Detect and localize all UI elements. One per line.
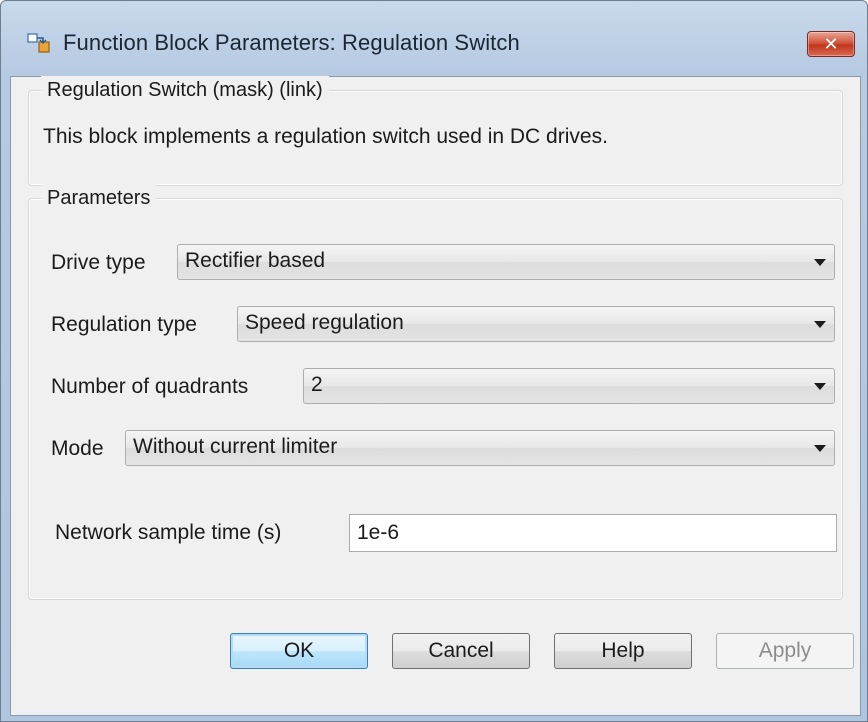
chevron-down-icon: [814, 259, 826, 266]
parameters-group: Parameters Drive type Rectifier based Re…: [28, 184, 843, 600]
mode-label: Mode: [51, 437, 104, 460]
drive-type-select[interactable]: Rectifier based: [177, 244, 835, 280]
chevron-down-icon: [814, 321, 826, 328]
description-group-legend: Regulation Switch (mask) (link): [41, 76, 329, 104]
ok-button[interactable]: OK: [230, 633, 368, 669]
sample-time-label: Network sample time (s): [55, 521, 282, 544]
quadrants-label: Number of quadrants: [51, 375, 249, 398]
close-icon: ✕: [823, 33, 839, 54]
dialog-window: Function Block Parameters: Regulation Sw…: [0, 0, 868, 722]
block-description: This block implements a regulation switc…: [43, 125, 608, 148]
quadrants-value: 2: [311, 373, 323, 396]
mode-select[interactable]: Without current limiter: [125, 430, 835, 466]
regulation-type-label: Regulation type: [51, 313, 197, 336]
simulink-block-icon: [27, 31, 51, 55]
parameters-group-legend: Parameters: [41, 184, 157, 212]
cancel-button[interactable]: Cancel: [392, 633, 530, 669]
window-title: Function Block Parameters: Regulation Sw…: [63, 30, 520, 55]
quadrants-select[interactable]: 2: [303, 368, 835, 404]
chevron-down-icon: [814, 383, 826, 390]
close-button[interactable]: ✕: [807, 31, 855, 57]
dialog-body: Regulation Switch (mask) (link) This blo…: [10, 76, 861, 716]
help-button[interactable]: Help: [554, 633, 692, 669]
chevron-down-icon: [814, 445, 826, 452]
regulation-type-select[interactable]: Speed regulation: [237, 306, 835, 342]
apply-button[interactable]: Apply: [716, 633, 854, 669]
mode-value: Without current limiter: [133, 435, 338, 458]
drive-type-label: Drive type: [51, 251, 146, 274]
regulation-type-value: Speed regulation: [245, 311, 404, 334]
drive-type-value: Rectifier based: [185, 249, 326, 272]
description-group: Regulation Switch (mask) (link) This blo…: [28, 76, 843, 186]
title-bar[interactable]: Function Block Parameters: Regulation Sw…: [1, 1, 867, 77]
sample-time-input[interactable]: [349, 514, 837, 552]
